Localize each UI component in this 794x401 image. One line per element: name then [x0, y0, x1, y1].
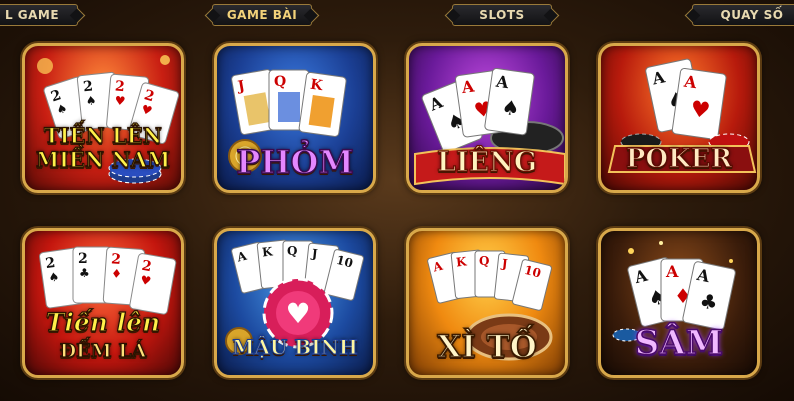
svg-text:♠: ♠ — [500, 95, 521, 121]
tab-quay-so[interactable]: QUAY SỐ — [692, 4, 794, 26]
game-title: XÌ TỐ — [437, 328, 538, 366]
tab-label: SLOTS — [479, 8, 525, 22]
tab-game-bai[interactable]: GAME BÀI — [212, 4, 312, 26]
svg-text:Q: Q — [479, 254, 489, 268]
tab-label: QUAY SỐ — [720, 8, 784, 22]
game-card-phom[interactable]: J Q K PHỎM — [214, 43, 376, 193]
game-card-mau-binh[interactable]: A K Q J 10 ♥ MẬU BINH — [214, 228, 376, 378]
svg-text:2: 2 — [78, 251, 88, 267]
game-title-line2: ĐẾM LÁ — [59, 339, 147, 362]
svg-text:A: A — [665, 262, 679, 281]
tab-slots[interactable]: SLOTS — [452, 4, 552, 26]
svg-text:♥: ♥ — [114, 93, 126, 108]
game-card-poker[interactable]: A♠ A♥ POKER — [598, 43, 760, 193]
svg-text:Q: Q — [274, 74, 286, 90]
svg-text:♠: ♠ — [48, 269, 61, 284]
svg-text:♦: ♦ — [111, 266, 123, 281]
svg-text:Q: Q — [287, 244, 297, 258]
tab-all-game[interactable]: L GAME — [0, 4, 78, 26]
game-title-line2: MIỀN NAM — [35, 147, 171, 172]
game-title: SÂM — [634, 322, 724, 364]
svg-text:♣: ♣ — [79, 266, 90, 280]
game-card-xi-to[interactable]: A K Q J 10 XÌ TỐ — [406, 228, 568, 378]
tab-label: GAME BÀI — [226, 8, 298, 22]
game-category-tabbar: L GAME GAME BÀI SLOTS QUAY SỐ — [0, 0, 794, 34]
game-title: LIÊNG — [436, 147, 537, 178]
svg-text:K: K — [455, 254, 467, 269]
svg-text:♥: ♥ — [689, 97, 712, 125]
game-title: POKER — [625, 143, 733, 174]
svg-text:K: K — [261, 244, 273, 259]
game-card-tien-len-mien-nam[interactable]: 2 ♠ 2 ♠ 2 ♥ 2 ♥ TIẾN LÊN MIỀN NAM — [22, 43, 184, 193]
game-card-sam[interactable]: A ♠ A ♦ A ♣ SÂM — [598, 228, 760, 378]
game-title: PHỎM — [235, 143, 354, 181]
game-title-line1: TIẾN LÊN — [43, 123, 162, 148]
game-card-tien-len-dem-la[interactable]: 2 ♠ 2 ♣ 2 ♦ 2 ♥ Tiến lên ĐẾM LÁ — [22, 228, 184, 378]
game-title: MẬU BINH — [232, 335, 359, 360]
tab-label: L GAME — [4, 8, 60, 22]
game-title-line1: Tiến lên — [45, 308, 161, 337]
game-card-lieng[interactable]: A ♠ A ♥ A ♠ LIÊNG — [406, 43, 568, 193]
svg-text:♠: ♠ — [85, 93, 97, 108]
svg-text:♥: ♥ — [285, 297, 310, 330]
